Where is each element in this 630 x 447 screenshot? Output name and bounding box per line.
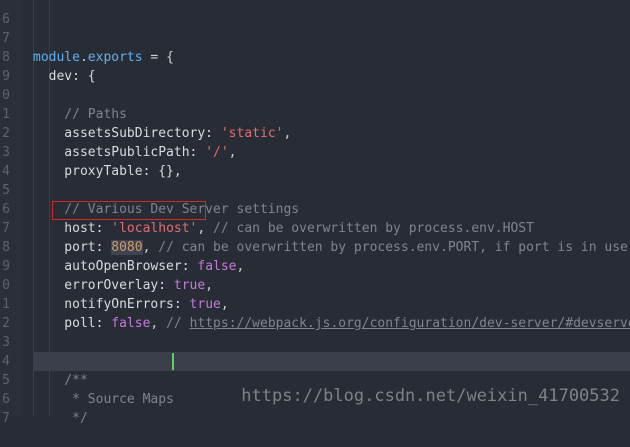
watermark: https://blog.csdn.net/weixin_41700532 [241, 386, 620, 406]
code-line: 8 autoOpenBrowser: false, [0, 219, 630, 274]
code-line: 4 [0, 143, 630, 179]
code-line: 5 * Source Maps [0, 352, 630, 407]
text-cursor [172, 353, 174, 370]
code-line: 5 // Various Dev Server settings [0, 162, 630, 217]
code-line: 3 [0, 314, 630, 350]
code-line: 0 // Paths [0, 67, 630, 122]
code-line: 6 host: 'localhost', // can be overwritt… [0, 181, 630, 236]
code-line: 1 poll: false, // https://webpack.js.org… [0, 276, 630, 331]
code-line: 1 assetsSubDirectory: 'static', [0, 86, 630, 141]
code-line: 6 [0, 0, 630, 27]
code-line: 0 notifyOnErrors: true, [0, 257, 630, 312]
code-line: 2 assetsPublicPath: '/', [0, 105, 630, 160]
code-line: 2 [0, 295, 630, 331]
code-line: 7 module.exports = { [0, 10, 630, 65]
code-line: 8 dev: { [0, 29, 630, 84]
code-line: 3 proxyTable: {}, [0, 124, 630, 179]
code-comment: */ [33, 411, 88, 426]
code-line: 9 errorOverlay: true, [0, 238, 630, 293]
code-line: 4 /** [0, 333, 630, 388]
port-highlight-box [52, 201, 206, 220]
code-line: 9 [0, 48, 630, 84]
line-number: 7 [2, 411, 10, 426]
